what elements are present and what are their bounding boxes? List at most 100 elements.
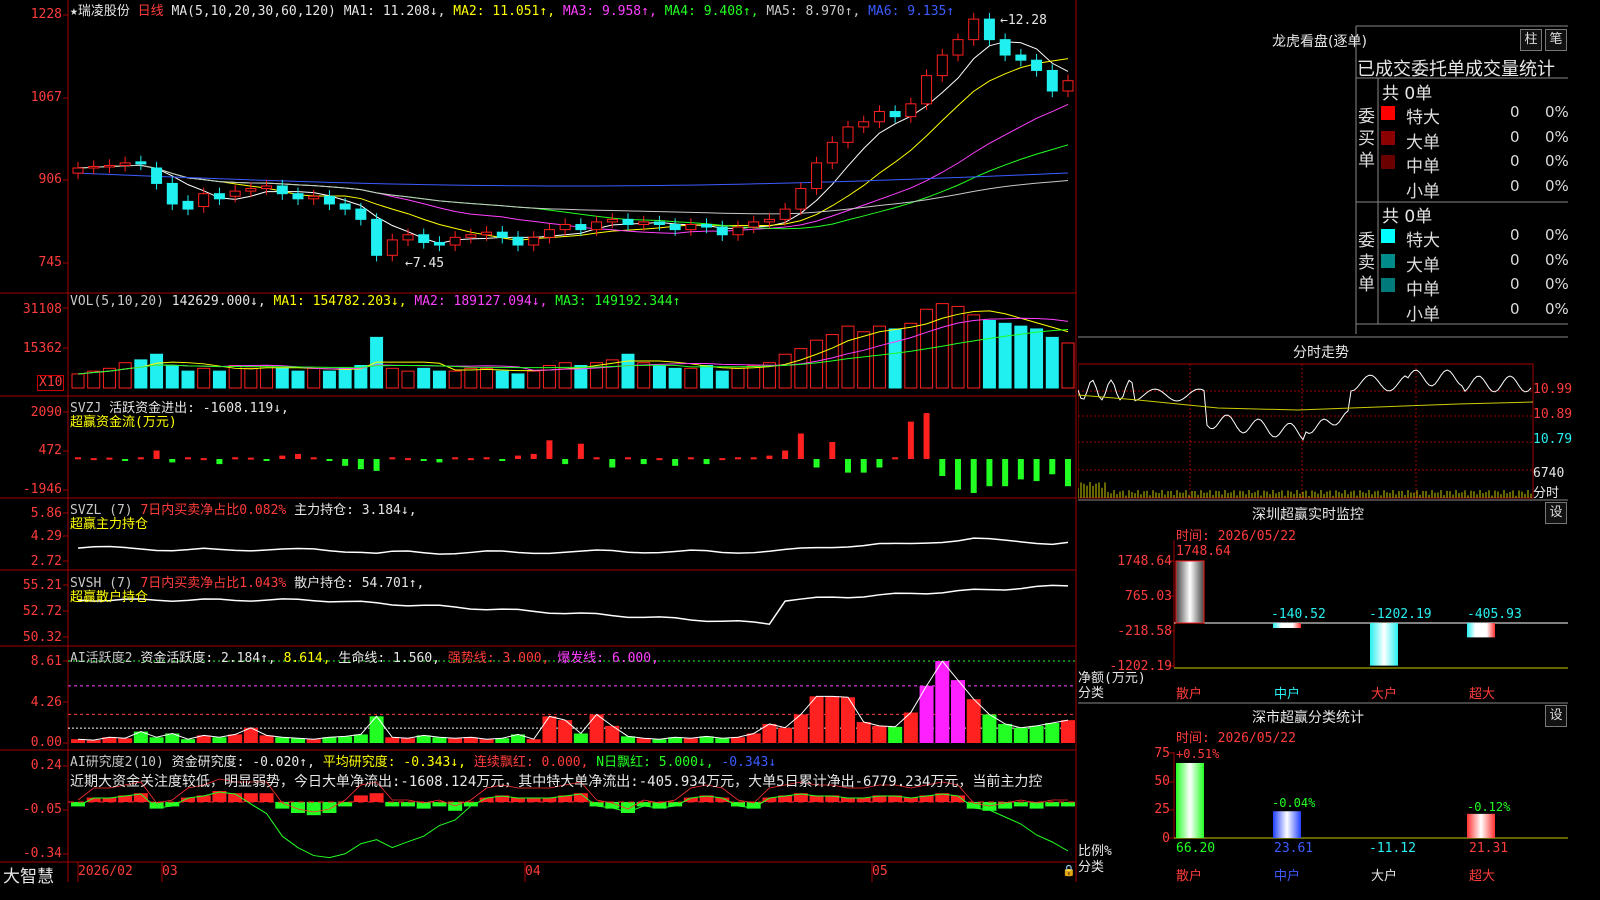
classify-axis-tick: 50	[1154, 774, 1170, 789]
fund-flow-bar	[703, 459, 710, 465]
activity-bar	[526, 739, 541, 743]
tick-mode-button[interactable]: 笔	[1545, 29, 1567, 51]
candle-body	[355, 208, 367, 220]
order-type: 特大	[1406, 108, 1440, 128]
svzl-axis-tick: 2.72	[30, 554, 62, 569]
candle-body	[166, 182, 178, 205]
bar-mode-button[interactable]: 柱	[1520, 29, 1542, 51]
candle-body	[873, 111, 885, 123]
date-tick: 03	[162, 864, 178, 879]
ma2-value: MA2: 11.051↑,	[453, 4, 556, 19]
candle-body	[339, 203, 351, 210]
intraday-avg-line	[1078, 394, 1534, 411]
volume-bar	[87, 370, 101, 389]
date-tick: 05	[872, 864, 888, 879]
ai-active-d5: 爆发线: 6.000,	[557, 651, 659, 666]
candle-body	[103, 164, 115, 168]
monitor-axis-tick: -218.58	[1117, 624, 1172, 639]
svsh-axis-tick: 50.32	[22, 630, 62, 645]
volume-bar	[967, 314, 981, 389]
vol-ma3: MA3: 149192.344↑	[555, 294, 681, 309]
volume-bar	[338, 367, 352, 389]
ma4-value: MA4: 9.408↑,	[664, 4, 759, 19]
fund-flow-bar	[530, 453, 537, 459]
fund-flow-bar	[153, 450, 160, 459]
brand-logo: 大智慧	[3, 867, 54, 887]
fund-flow-bar	[625, 457, 631, 460]
candle-body	[999, 39, 1011, 56]
fund-flow-bar	[106, 457, 113, 460]
activity-bar	[605, 725, 620, 743]
fund-flow-bar	[405, 458, 411, 461]
research-bar	[1013, 802, 1028, 807]
sell-order-row: 特大 0 0%	[1380, 226, 1569, 251]
lock-icon[interactable]: 🔒	[1062, 864, 1076, 877]
candle-body	[732, 226, 744, 236]
svzl-axis-tick: 5.86	[30, 506, 62, 521]
monitor-settings-button[interactable]: 设	[1545, 502, 1567, 524]
candle-body	[386, 239, 398, 256]
volume-bar	[747, 365, 761, 389]
ai-active-header: AI活跃度2 资金活跃度: 2.184↑, 8.614, 生命线: 1.560,…	[70, 647, 659, 666]
order-swatch	[1381, 106, 1395, 120]
volume-bar	[621, 353, 635, 389]
research-bar	[1061, 802, 1075, 807]
candle-body	[135, 161, 147, 165]
period-label[interactable]: 日线	[138, 4, 164, 19]
classify-value: 23.61	[1274, 841, 1314, 856]
order-pct: 0%	[1545, 226, 1569, 244]
candle-body	[653, 221, 665, 225]
candle-body	[622, 218, 634, 225]
fund-flow-bar	[90, 458, 97, 461]
volume-bar	[385, 367, 399, 389]
candle-body	[1015, 54, 1027, 61]
activity-bar	[951, 680, 965, 743]
candle-body	[88, 165, 100, 169]
order-type: 大单	[1406, 255, 1440, 276]
order-swatch	[1381, 130, 1395, 145]
lhb-tabs[interactable]: 已成交委托单成交量统计	[1357, 55, 1555, 81]
monitor-axis-tick: 1748.64	[1117, 554, 1172, 569]
fund-flow-bar	[1033, 459, 1040, 482]
fund-flow-bar	[719, 458, 726, 461]
candle-body	[983, 18, 995, 41]
volume-bar	[982, 320, 996, 389]
activity-bar	[448, 738, 463, 743]
activity-bar	[888, 726, 903, 743]
main-chart-area[interactable]	[0, 0, 1078, 882]
candle-body	[921, 75, 933, 105]
activity-bar	[1013, 727, 1028, 743]
classify-settings-button[interactable]: 设	[1545, 705, 1567, 727]
classify-value: 66.20	[1176, 841, 1216, 856]
activity-bar	[118, 738, 133, 743]
candle-body	[151, 167, 163, 184]
activity-bar	[856, 722, 871, 743]
order-count: 0	[1510, 127, 1520, 146]
candle-body	[606, 218, 618, 223]
classify-value: 21.31	[1469, 841, 1509, 856]
classify-axis-tick: 0	[1162, 831, 1170, 846]
fund-flow-bar	[200, 458, 207, 461]
fund-flow-bar	[782, 450, 789, 459]
classify-change: -0.12%	[1467, 800, 1511, 814]
ai-research-d2: 平均研究度: -0.343↓,	[322, 755, 467, 770]
volume-bar	[432, 370, 446, 389]
monitor-axis-tick: 765.03	[1125, 589, 1172, 604]
fund-flow-bar	[1002, 459, 1009, 487]
ai-active-title: AI活跃度2	[70, 651, 133, 666]
fund-flow-bar	[357, 459, 364, 470]
fund-flow-bar	[845, 459, 851, 473]
vol-value: 142629.000↓,	[171, 294, 266, 309]
buy-order-row: 小单 0 0%	[1380, 177, 1569, 202]
intraday-title: 分时走势	[1293, 345, 1349, 361]
fund-flow-bar	[1017, 459, 1024, 480]
volume-bar	[542, 365, 556, 389]
stock-name[interactable]: ★瑞凌股份	[70, 4, 130, 19]
order-swatch	[1381, 303, 1395, 317]
volume-bar	[275, 367, 289, 389]
vol-ma1: MA1: 154782.203↓,	[273, 294, 407, 309]
candle-body	[402, 234, 414, 241]
order-swatch	[1381, 253, 1395, 268]
order-swatch	[1381, 229, 1395, 243]
ai-active-d3: 生命线: 1.560,	[338, 651, 441, 666]
